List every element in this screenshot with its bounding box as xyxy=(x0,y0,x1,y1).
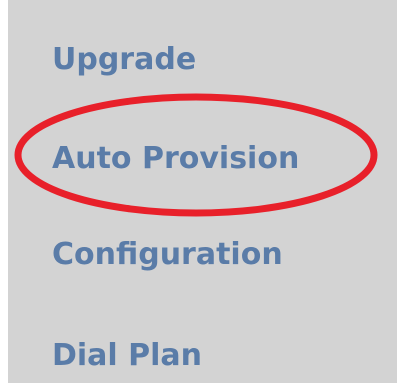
navigation-menu: Upgrade Auto Provision Configuration Dia… xyxy=(8,0,397,383)
menu-item-upgrade[interactable]: Upgrade xyxy=(52,38,196,82)
menu-item-dial-plan[interactable]: Dial Plan xyxy=(52,334,202,378)
menu-item-auto-provision[interactable]: Auto Provision xyxy=(52,137,299,181)
menu-item-configuration[interactable]: Configuration xyxy=(52,233,283,277)
screenshot-frame: Upgrade Auto Provision Configuration Dia… xyxy=(0,0,408,383)
